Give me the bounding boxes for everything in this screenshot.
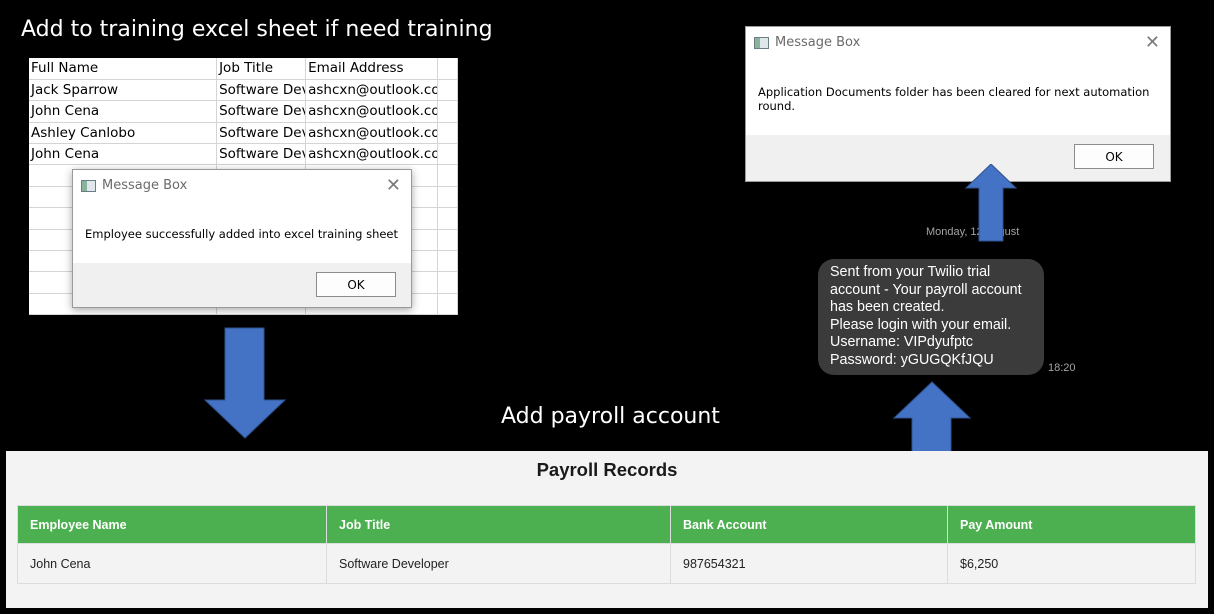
sheet-cell[interactable] (437, 143, 458, 166)
sheet-header-cell[interactable]: Job Title (216, 58, 307, 80)
sheet-cell[interactable] (437, 79, 458, 102)
sheet-cell[interactable]: John Cena (29, 143, 218, 166)
sheet-row: John Cena Software Developer ashcxn@outl… (29, 100, 458, 123)
message-box-text: Application Documents folder has been cl… (758, 85, 1150, 113)
caption-payroll: Add payroll account (501, 404, 720, 429)
sheet-row: John Cena Software Developer ashcxn@outl… (29, 143, 458, 166)
sms-line: Username: VIPdyufptc (830, 334, 974, 350)
sms-line: has been created. (830, 299, 945, 315)
sms-line: Password: yGUGQKfJQU (830, 351, 994, 368)
message-box-footer: OK (746, 135, 1170, 181)
payroll-header-row: Employee Name Job Title Bank Account Pay… (17, 505, 1196, 544)
sheet-cell[interactable]: ashcxn@outlook.com (305, 79, 439, 102)
message-box-footer: OK (73, 263, 411, 307)
sheet-cell[interactable]: John Cena (29, 100, 218, 123)
close-icon[interactable]: ✕ (386, 175, 401, 196)
sheet-header-cell[interactable]: Email Address (305, 58, 439, 80)
ok-button[interactable]: OK (316, 272, 396, 297)
block-arrow-icon (204, 327, 286, 439)
sheet-cell[interactable]: ashcxn@outlook.com (305, 100, 439, 123)
sheet-cell[interactable]: Software Developer (216, 122, 307, 145)
message-box-titlebar[interactable]: Message Box ✕ (73, 170, 411, 201)
sheet-cell[interactable] (437, 58, 458, 80)
sms-line: Please login with your email. (830, 316, 1012, 333)
sheet-cell[interactable]: Ashley Canlobo (29, 122, 218, 145)
payroll-cell: 987654321 (670, 543, 948, 584)
sheet-cell[interactable]: Software Developer (216, 143, 307, 166)
message-box-title: Message Box (775, 35, 861, 50)
sheet-cell[interactable]: ashcxn@outlook.com (305, 143, 439, 166)
payroll-table: Employee Name Job Title Bank Account Pay… (17, 505, 1196, 584)
sms-message-bubble: Sent from your Twilio trial account - Yo… (818, 259, 1044, 375)
message-box-titlebar[interactable]: Message Box ✕ (746, 27, 1170, 58)
block-arrow-icon (965, 164, 1017, 242)
sheet-header-row: Full Name Job Title Email Address (29, 58, 458, 80)
close-icon[interactable]: ✕ (1145, 32, 1160, 53)
sms-line: Sent from your Twilio trial (830, 264, 991, 280)
sheet-cell[interactable] (437, 122, 458, 145)
sheet-cell[interactable] (437, 100, 458, 123)
payroll-cell: $6,250 (947, 543, 1196, 584)
sheet-cell[interactable]: Software Developer (216, 79, 307, 102)
training-message-box: Message Box ✕ Employee successfully adde… (72, 169, 412, 308)
sheet-cell[interactable]: ashcxn@outlook.com (305, 122, 439, 145)
sheet-row: Ashley Canlobo Software Developer ashcxn… (29, 122, 458, 145)
sheet-cell[interactable]: Software Developer (216, 100, 307, 123)
message-box-title: Message Box (102, 178, 188, 193)
sheet-cell[interactable]: Jack Sparrow (29, 79, 218, 102)
window-icon (81, 179, 96, 192)
sms-line: account - Your payroll account (830, 281, 1022, 298)
caption-training: Add to training excel sheet if need trai… (21, 17, 493, 42)
payroll-cell: John Cena (17, 543, 327, 584)
payroll-title: Payroll Records (536, 459, 678, 480)
ok-button[interactable]: OK (1074, 144, 1154, 169)
sheet-header-cell[interactable]: Full Name (29, 58, 218, 80)
payroll-cell: Software Developer (326, 543, 671, 584)
payroll-column-header: Job Title (326, 505, 671, 544)
table-row: John Cena Software Developer 987654321 $… (17, 543, 1196, 584)
payroll-column-header: Bank Account (670, 505, 948, 544)
payroll-column-header: Pay Amount (947, 505, 1196, 544)
message-box-text: Employee successfully added into excel t… (85, 227, 399, 241)
payroll-records-panel: Payroll Records Employee Name Job Title … (6, 451, 1208, 608)
sheet-row: Jack Sparrow Software Developer ashcxn@o… (29, 79, 458, 102)
cleanup-message-box: Message Box ✕ Application Documents fold… (745, 26, 1171, 182)
payroll-column-header: Employee Name (17, 505, 327, 544)
sms-time: 18:20 (1048, 362, 1076, 374)
window-icon (754, 36, 769, 49)
